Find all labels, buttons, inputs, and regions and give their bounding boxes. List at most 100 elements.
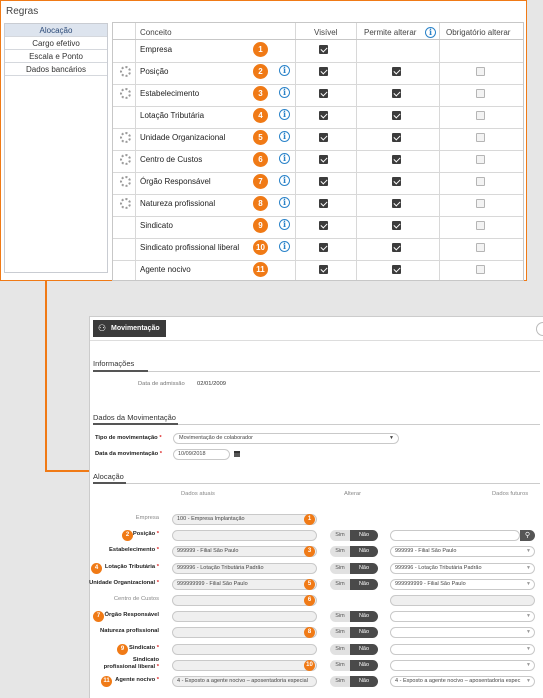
future-value-select[interactable] <box>390 595 535 606</box>
current-value-field: 100 - Empresa Implantação <box>172 514 317 525</box>
required-checkbox[interactable] <box>476 221 485 230</box>
alterar-toggle[interactable]: Sim Não <box>330 546 378 558</box>
toggle-sim[interactable]: Sim <box>330 659 350 671</box>
sidebar-item[interactable]: Cargo efetivo <box>5 37 107 50</box>
info-icon[interactable]: i <box>425 27 436 38</box>
allow-checkbox[interactable] <box>392 155 401 164</box>
toggle-sim[interactable]: Sim <box>330 611 350 623</box>
tipo-select[interactable]: Movimentação de colaborador ▼ <box>173 433 399 444</box>
allow-checkbox[interactable] <box>392 111 401 120</box>
visible-checkbox[interactable] <box>319 221 328 230</box>
required-checkbox[interactable] <box>476 177 485 186</box>
info-icon[interactable]: i <box>279 175 290 186</box>
required-checkbox[interactable] <box>476 243 485 252</box>
search-icon[interactable]: ⚲ <box>520 530 535 542</box>
info-icon[interactable]: i <box>279 87 290 98</box>
future-value-select[interactable]: ▼ <box>390 659 535 671</box>
alterar-toggle[interactable]: Sim Não <box>330 578 378 590</box>
future-value-select[interactable]: 999999999 - Filial São Paulo ▼ <box>390 578 535 590</box>
alterar-toggle[interactable]: Sim Não <box>330 659 378 671</box>
sidebar-item[interactable]: Dados bancários <box>5 63 107 76</box>
future-value-select[interactable]: ▼ <box>390 627 535 639</box>
toggle-nao[interactable]: Não <box>350 659 378 671</box>
gear-icon[interactable] <box>120 154 131 165</box>
future-value-select[interactable]: 999996 - Lotação Tributária Padrão ▼ <box>390 562 535 574</box>
required-checkbox[interactable] <box>476 155 485 164</box>
info-icon[interactable]: i <box>279 197 290 208</box>
rules-panel: Regras Alocação Cargo efetivo Escala e Pon… <box>0 0 527 281</box>
toggle-nao[interactable]: Não <box>350 562 378 574</box>
calendar-icon[interactable] <box>234 451 240 457</box>
gear-icon[interactable] <box>120 88 131 99</box>
visible-checkbox[interactable] <box>319 133 328 142</box>
alterar-toggle[interactable]: Sim Não <box>330 530 378 542</box>
tab-movimentacao[interactable]: ⚇ Movimentação <box>93 320 166 337</box>
chevron-down-icon: ▼ <box>526 645 531 652</box>
toggle-sim[interactable]: Sim <box>330 627 350 639</box>
current-value-field <box>172 643 317 655</box>
toggle-sim[interactable]: Sim <box>330 562 350 574</box>
toggle-nao[interactable]: Não <box>350 530 378 542</box>
allow-checkbox[interactable] <box>392 243 401 252</box>
allow-checkbox[interactable] <box>392 89 401 98</box>
gear-icon[interactable] <box>120 132 131 143</box>
future-search-input[interactable] <box>390 530 520 542</box>
required-checkbox[interactable] <box>476 265 485 274</box>
toggle-nao[interactable]: Não <box>350 627 378 639</box>
sidebar-item[interactable]: Alocação <box>5 24 107 37</box>
allow-checkbox[interactable] <box>392 67 401 76</box>
visible-checkbox[interactable] <box>319 177 328 186</box>
toggle-sim[interactable]: Sim <box>330 676 350 687</box>
allow-checkbox[interactable] <box>392 133 401 142</box>
future-value-select[interactable]: ▼ <box>390 643 535 655</box>
visible-checkbox[interactable] <box>319 67 328 76</box>
required-checkbox[interactable] <box>476 67 485 76</box>
toggle-nao[interactable]: Não <box>350 676 378 687</box>
toggle-nao[interactable]: Não <box>350 546 378 558</box>
required-checkbox[interactable] <box>476 199 485 208</box>
required-checkbox[interactable] <box>476 89 485 98</box>
alterar-toggle[interactable]: Sim Não <box>330 611 378 623</box>
future-value-select[interactable]: 999999 - Filial São Paulo ▼ <box>390 546 535 558</box>
allow-checkbox[interactable] <box>392 199 401 208</box>
toggle-sim[interactable]: Sim <box>330 530 350 542</box>
alterar-toggle[interactable]: Sim Não <box>330 643 378 655</box>
info-icon[interactable]: i <box>279 219 290 230</box>
toggle-nao[interactable]: Não <box>350 611 378 623</box>
visible-checkbox[interactable] <box>319 265 328 274</box>
toggle-nao[interactable]: Não <box>350 578 378 590</box>
gear-icon[interactable] <box>120 66 131 77</box>
required-checkbox[interactable] <box>476 133 485 142</box>
allow-checkbox[interactable] <box>392 265 401 274</box>
future-value-select[interactable]: ▼ <box>390 611 535 623</box>
future-value-select[interactable]: 4 - Exposto a agente nocivo – aposentado… <box>390 676 535 687</box>
visible-checkbox[interactable] <box>319 111 328 120</box>
field-label: Posição * <box>132 531 159 538</box>
visible-checkbox[interactable] <box>319 45 328 54</box>
visible-checkbox[interactable] <box>319 155 328 164</box>
visible-checkbox[interactable] <box>319 243 328 252</box>
toggle-nao[interactable]: Não <box>350 643 378 655</box>
allow-checkbox[interactable] <box>392 177 401 186</box>
toggle-sim[interactable]: Sim <box>330 546 350 558</box>
step-badge: 9 <box>117 643 128 655</box>
gear-icon[interactable] <box>120 198 131 209</box>
gear-icon[interactable] <box>120 176 131 187</box>
data-input[interactable]: 10/09/2018 <box>173 449 230 460</box>
info-icon[interactable]: i <box>279 109 290 120</box>
info-icon[interactable]: i <box>279 153 290 164</box>
required-checkbox[interactable] <box>476 111 485 120</box>
field-label: Lotação Tributária * <box>104 563 159 570</box>
sidebar-item[interactable]: Escala e Ponto <box>5 50 107 63</box>
alterar-toggle[interactable]: Sim Não <box>330 676 378 687</box>
alterar-toggle[interactable]: Sim Não <box>330 562 378 574</box>
allow-checkbox[interactable] <box>392 221 401 230</box>
toggle-sim[interactable]: Sim <box>330 578 350 590</box>
info-icon[interactable]: i <box>279 65 290 76</box>
visible-checkbox[interactable] <box>319 89 328 98</box>
info-icon[interactable]: i <box>279 241 290 252</box>
visible-checkbox[interactable] <box>319 199 328 208</box>
info-icon[interactable]: i <box>279 131 290 142</box>
alterar-toggle[interactable]: Sim Não <box>330 627 378 639</box>
toggle-sim[interactable]: Sim <box>330 643 350 655</box>
